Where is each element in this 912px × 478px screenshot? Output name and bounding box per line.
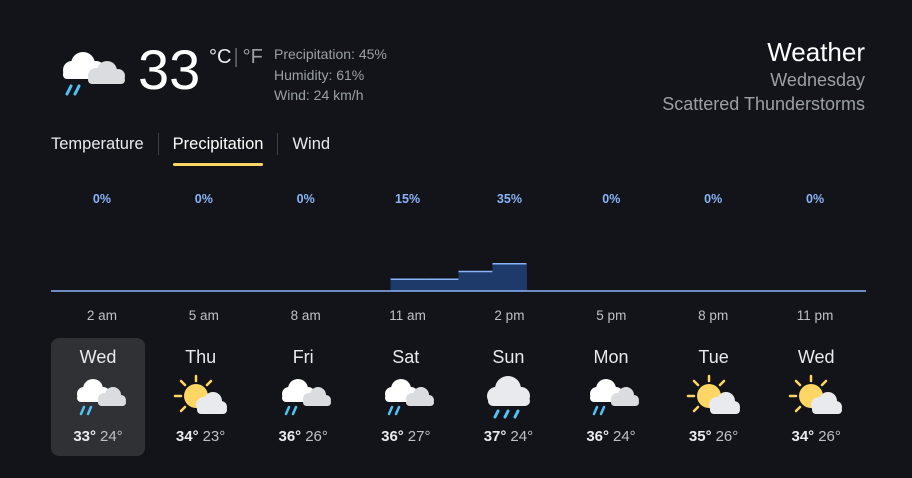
day-forecast-6[interactable]: Tue 35° 26° xyxy=(667,338,761,456)
high-low-temps: 34° 23° xyxy=(154,428,248,445)
high-temp: 37° xyxy=(483,428,507,445)
day-forecast-3[interactable]: Sat 36° 27° xyxy=(359,338,453,456)
low-temp: 26° xyxy=(715,428,739,445)
precipitation-bar xyxy=(424,278,459,291)
location-header: Weather Wednesday Scattered Thunderstorm… xyxy=(662,36,865,116)
tab-precipitation[interactable]: Precipitation xyxy=(172,133,263,166)
low-temp: 24° xyxy=(613,428,636,445)
high-temp: 36° xyxy=(381,428,404,445)
low-temp: 26° xyxy=(818,428,841,445)
day-forecast-0[interactable]: Wed 33° 24° xyxy=(51,338,145,456)
current-temperature: 33 xyxy=(138,38,201,101)
precipitation-value-label: 35% xyxy=(497,192,522,206)
precipitation-bar xyxy=(458,270,493,291)
tab-temperature[interactable]: Temperature xyxy=(51,133,144,166)
wind-text: Wind: 24 km/h xyxy=(274,87,364,103)
day-forecast-4[interactable]: Sun 37° 24° xyxy=(461,338,555,456)
partly-cloudy-icon xyxy=(786,374,846,420)
thunderstorm-rain-icon xyxy=(581,374,641,420)
day-name: Tue xyxy=(698,347,729,367)
hour-tick-label: 11 am xyxy=(389,308,426,323)
day-label: Wednesday xyxy=(770,70,865,90)
high-temp: 35° xyxy=(688,428,712,445)
thunderstorm-rain-icon xyxy=(68,374,128,420)
day-name: Sun xyxy=(492,347,525,367)
low-temp: 23° xyxy=(202,428,226,445)
high-low-temps: 35° 26° xyxy=(667,428,761,445)
current-details: Precipitation: 45% Humidity: 61% Wind: 2… xyxy=(274,44,387,106)
precipitation-bar xyxy=(492,262,527,291)
precipitation-value-label: 0% xyxy=(704,192,722,206)
precipitation-value-label: 0% xyxy=(602,192,620,206)
day-name: Wed xyxy=(79,347,117,367)
day-name: Wed xyxy=(797,347,835,367)
partly-cloudy-icon xyxy=(171,374,231,420)
precipitation-value-label: 0% xyxy=(195,192,213,206)
precipitation-value-label: 0% xyxy=(806,192,824,206)
precipitation-chart: 0% 0% 0% 15% 35% 0% 0% 0% 2 am 5 am 8 am 11 am 2 pm 5… xyxy=(51,192,866,323)
day-name: Sat xyxy=(392,347,420,367)
partly-cloudy-icon xyxy=(684,374,744,420)
hour-tick-label: 8 am xyxy=(291,308,321,323)
celsius-unit[interactable]: °C xyxy=(209,46,231,68)
precipitation-value-label: 0% xyxy=(93,192,111,206)
chart-tabs: Temperature Precipitation Wind xyxy=(51,133,330,167)
day-name: Mon xyxy=(593,347,629,367)
high-low-temps: 37° 24° xyxy=(461,428,555,445)
tab-divider xyxy=(277,133,279,155)
thunderstorm-rain-icon xyxy=(63,52,125,96)
humidity-text: Humidity: 61% xyxy=(274,66,365,83)
hour-tick-label: 5 am xyxy=(189,308,219,323)
hour-tick-label: 11 pm xyxy=(797,308,834,323)
high-temp: 34° xyxy=(175,428,199,445)
thunderstorm-rain-icon xyxy=(376,374,436,420)
hour-tick-label: 5 pm xyxy=(596,308,626,323)
day-forecast-7[interactable]: Wed 34° 26° xyxy=(769,338,863,456)
high-temp: 36° xyxy=(586,428,609,445)
hour-tick-label: 2 am xyxy=(87,308,117,323)
high-low-temps: 36° 24° xyxy=(564,428,658,445)
low-temp: 27° xyxy=(407,428,431,445)
weather-title: Weather xyxy=(767,37,865,67)
high-temp: 34° xyxy=(791,428,815,445)
day-name: Thu xyxy=(185,347,217,367)
day-forecast-1[interactable]: Thu 34° 23° xyxy=(154,338,248,456)
condition-label: Scattered Thunderstorms xyxy=(662,94,865,114)
low-temp: 24° xyxy=(100,428,123,445)
unit-separator: | xyxy=(233,46,239,68)
low-temp: 26° xyxy=(305,428,328,445)
precipitation-value-label: 0% xyxy=(297,192,315,206)
tab-divider xyxy=(157,133,159,155)
day-forecast-5[interactable]: Mon 36° 24° xyxy=(564,338,658,456)
fahrenheit-unit[interactable]: °F xyxy=(243,46,263,68)
day-name: Fri xyxy=(292,347,314,367)
high-low-temps: 36° 27° xyxy=(359,428,453,445)
tab-wind[interactable]: Wind xyxy=(292,133,330,166)
precipitation-value-label: 15% xyxy=(395,192,420,206)
precipitation-bar xyxy=(390,278,426,291)
rain-icon xyxy=(478,374,538,420)
high-low-temps: 34° 26° xyxy=(769,428,863,445)
high-temp: 36° xyxy=(278,428,302,445)
high-low-temps: 36° 26° xyxy=(256,428,350,445)
precipitation-text: Precipitation: 45% xyxy=(274,46,387,62)
hour-tick-label: 8 pm xyxy=(698,308,728,323)
thunderstorm-rain-icon xyxy=(273,374,333,420)
day-forecast-2[interactable]: Fri 36° 26° xyxy=(256,338,350,456)
high-temp: 33° xyxy=(73,428,96,445)
high-low-temps: 33° 24° xyxy=(51,428,145,445)
hour-tick-label: 2 pm xyxy=(494,308,524,323)
low-temp: 24° xyxy=(510,428,534,445)
weather-card: 33 °C | °F Precipitation: 45% Humidity: 61… xyxy=(0,0,912,478)
unit-toggle: °C | °F xyxy=(209,46,263,69)
daily-forecast: Wed 33° 24° Thu 34° 23° Fri 36° 26° Sat 36° 27° Sun 3… xyxy=(51,338,871,456)
